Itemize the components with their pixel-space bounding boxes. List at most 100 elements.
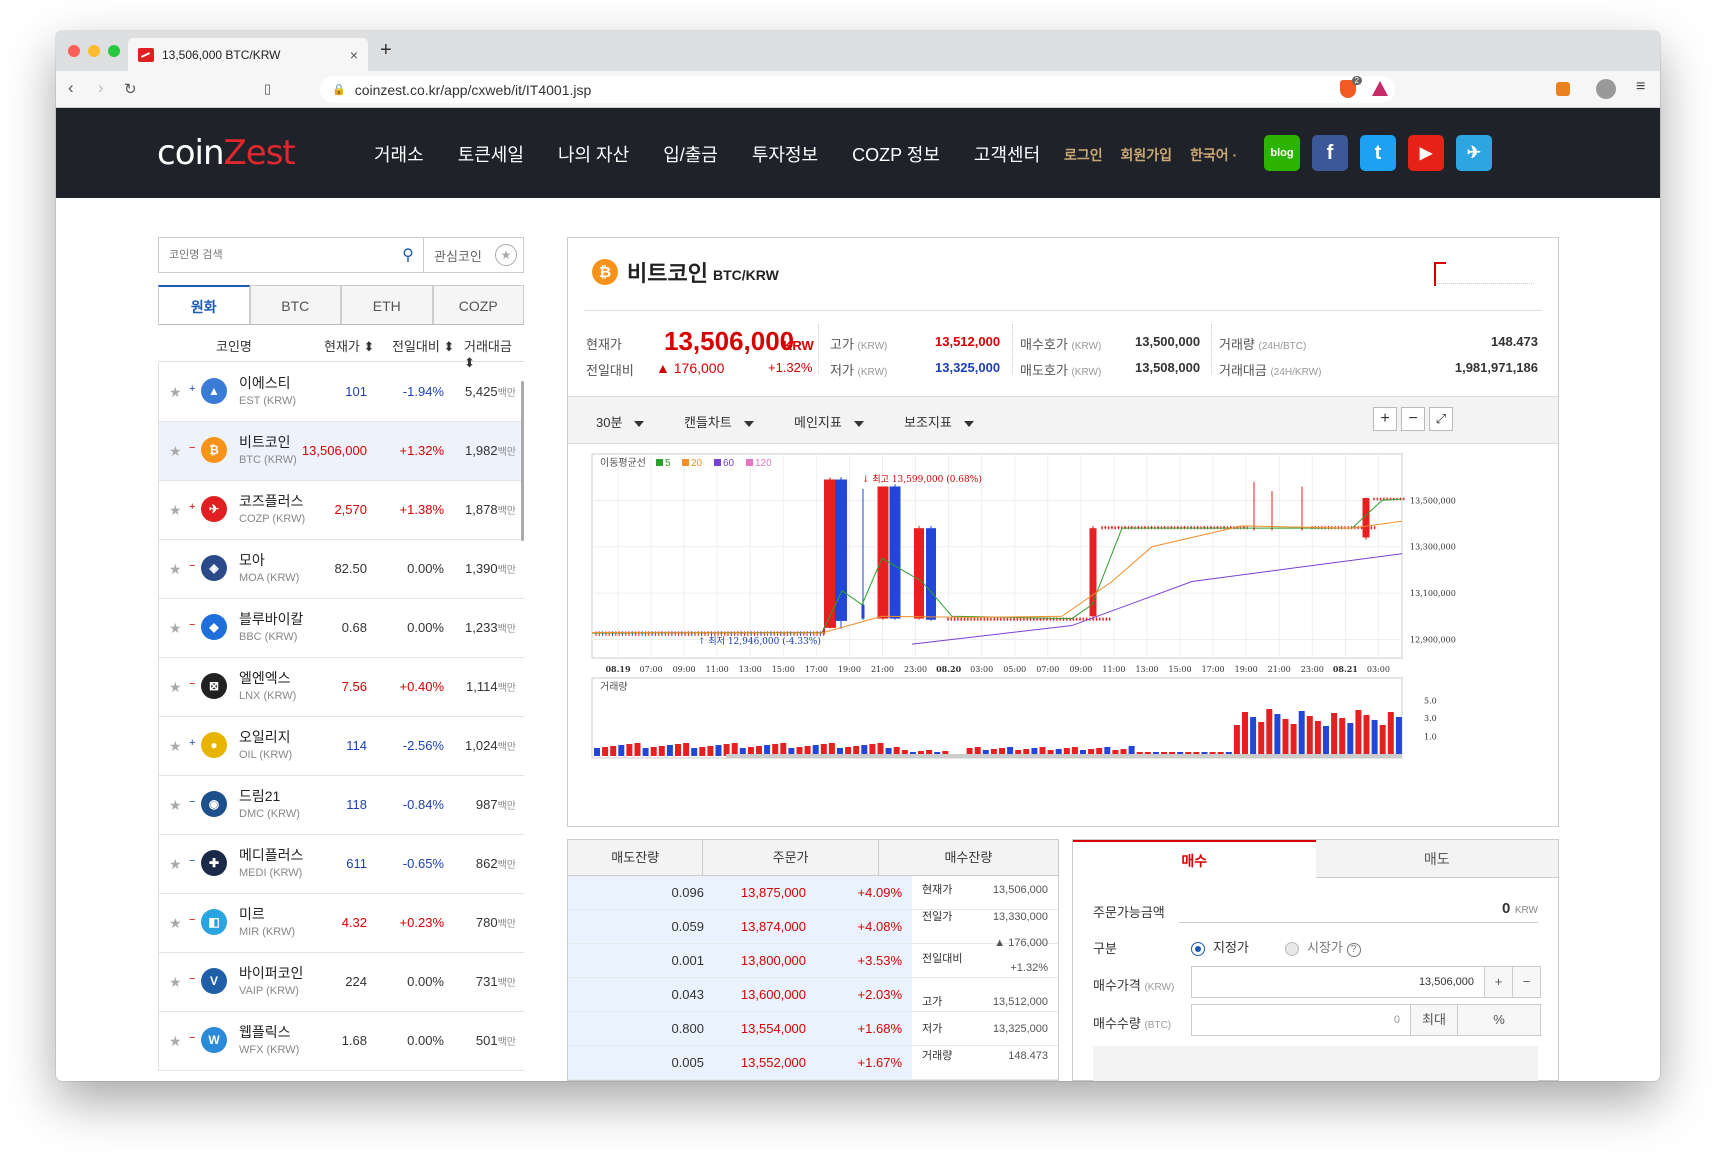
coin-row[interactable]: ★ − W 웹플릭스 WFX (KRW) 1.68 0.00% 501백만 <box>159 1012 524 1071</box>
price-chart[interactable]: 08.19 07:00 09:00 11:00 13:00 15:00 17:00 19:00… <box>590 452 1470 764</box>
favorite-star-icon[interactable]: ★ <box>169 620 182 637</box>
nav-customer-center[interactable]: 고객센터 <box>974 141 1040 167</box>
coin-row[interactable]: ★ − ◉ 드림21 DMC (KRW) 118 -0.84% 987백만 <box>159 776 524 835</box>
coin-row[interactable]: ★ − V 바이퍼코인 VAIP (KRW) 224 0.00% 731백만 <box>159 953 524 1012</box>
col-coin-name[interactable]: 코인명 <box>216 336 252 355</box>
bid-value: 13,500,000 <box>1135 334 1201 349</box>
tab-btc[interactable]: BTC <box>249 285 341 324</box>
profile-avatar-icon[interactable] <box>1596 79 1616 99</box>
login-link[interactable]: 로그인 <box>1064 147 1103 163</box>
close-tab-icon[interactable]: × <box>350 47 358 63</box>
nav-exchange[interactable]: 거래소 <box>374 141 424 167</box>
favorite-star-icon[interactable]: ★ <box>169 738 182 755</box>
brave-shield-icon[interactable]: 2 <box>1340 76 1362 98</box>
favorite-star-icon[interactable]: ★ <box>169 443 182 460</box>
youtube-icon[interactable]: ▶ <box>1408 135 1444 171</box>
low-label: 저가 (KRW) <box>830 360 887 379</box>
percent-button[interactable]: % <box>1457 1004 1541 1036</box>
coin-row[interactable]: ★ − ✚ 메디플러스 MEDI (KRW) 611 -0.65% 862백만 <box>159 835 524 894</box>
candle-body <box>989 618 992 620</box>
telegram-icon[interactable]: ✈ <box>1456 135 1492 171</box>
favorite-star-icon[interactable]: ★ <box>169 856 182 873</box>
price-label: 매수가격 (KRW) <box>1093 975 1174 994</box>
current-price: 13,506,000 <box>664 326 795 356</box>
x-tick-label: 13:00 <box>1135 665 1158 674</box>
favorite-star-icon[interactable]: ★ <box>169 561 182 578</box>
browser-tab[interactable]: 13,506,000 BTC/KRW × <box>128 38 368 71</box>
nav-deposit-withdraw[interactable]: 입/출금 <box>663 141 718 167</box>
signup-link[interactable]: 회원가입 <box>1121 147 1173 163</box>
market-radio[interactable]: 시장가 ? <box>1285 937 1361 957</box>
facebook-icon[interactable]: f <box>1312 135 1348 171</box>
favorite-star-icon[interactable]: ★ <box>169 679 182 696</box>
coin-volume-value: 1,114 <box>466 679 498 694</box>
coin-row[interactable]: ★ − ◆ 블루바이칼 BBC (KRW) 0.68 0.00% 1,233백만 <box>159 599 524 658</box>
browser-menu-icon[interactable]: ≡ <box>1636 78 1645 96</box>
limit-radio[interactable]: 지정가 <box>1191 937 1249 956</box>
help-icon[interactable]: ? <box>1346 943 1361 957</box>
tab-krw[interactable]: 원화 <box>158 285 250 324</box>
zoom-in-button[interactable]: + <box>1373 407 1397 431</box>
coin-list-scrollbar[interactable] <box>521 381 524 541</box>
favorite-coins-toggle[interactable]: 관심코인 ★ <box>423 238 523 272</box>
period-dropdown[interactable]: 30분 <box>596 412 644 431</box>
coin-row[interactable]: ★ − ₿ 비트코인 BTC (KRW) 13,506,000 +1.32% 1… <box>159 422 524 481</box>
close-window-button[interactable] <box>68 45 80 57</box>
coin-row[interactable]: ★ − ⊠ 엘엔엑스 LNX (KRW) 7.56 +0.40% 1,114백만 <box>159 658 524 717</box>
favorite-star-icon[interactable]: ★ <box>169 797 182 814</box>
language-select[interactable]: 한국어 · <box>1190 147 1237 163</box>
coin-volume: 1,982백만 <box>465 443 516 458</box>
search-icon[interactable]: ⚲ <box>393 245 423 265</box>
tab-cozp[interactable]: COZP <box>432 285 524 324</box>
max-button[interactable]: 최대 <box>1410 1004 1458 1036</box>
fullscreen-button[interactable]: ⤢ <box>1429 407 1453 431</box>
maximize-window-button[interactable] <box>108 45 120 57</box>
max-annotation: ↓ 최고 13,599,000 (0.68%) <box>862 474 982 485</box>
price-minus-button[interactable]: − <box>1512 966 1541 998</box>
chart-type-dropdown[interactable]: 캔들차트 <box>684 412 754 431</box>
tab-buy[interactable]: 매수 <box>1073 840 1316 878</box>
price-plus-button[interactable]: + <box>1484 966 1513 998</box>
minimize-window-button[interactable] <box>88 45 100 57</box>
aux-indicator-dropdown[interactable]: 보조지표 <box>904 412 974 431</box>
forward-icon[interactable]: › <box>98 78 104 98</box>
favorite-star-icon[interactable]: ★ <box>169 974 182 991</box>
candle-body <box>1039 618 1042 620</box>
bookmark-icon[interactable]: ▯ <box>264 81 271 97</box>
nav-my-assets[interactable]: 나의 자산 <box>558 141 629 167</box>
col-price[interactable]: 현재가 ⬍ <box>324 336 374 355</box>
volume-bar <box>691 748 698 756</box>
sell-qty: 0.005 <box>568 1046 718 1079</box>
main-indicator-dropdown[interactable]: 메인지표 <box>794 412 864 431</box>
sell-qty: 0.001 <box>568 944 718 977</box>
coinzest-logo[interactable]: coinZest <box>157 133 296 173</box>
favorite-star-icon[interactable]: ★ <box>169 384 182 401</box>
tab-eth[interactable]: ETH <box>341 285 433 324</box>
brave-rewards-icon[interactable] <box>1372 81 1388 96</box>
favorite-star-icon[interactable]: ★ <box>169 502 182 519</box>
coin-row[interactable]: ★ + ● 오일리지 OIL (KRW) 114 -2.56% 1,024백만 <box>159 717 524 776</box>
tab-sell[interactable]: 매도 <box>1315 840 1558 878</box>
url-field[interactable]: 🔒 coinzest.co.kr/app/cxweb/it/IT4001.jsp <box>320 76 1395 103</box>
twitter-icon[interactable]: t <box>1360 135 1396 171</box>
col-change[interactable]: 전일대비 ⬍ <box>392 336 454 355</box>
nav-token-sale[interactable]: 토큰세일 <box>458 141 524 167</box>
favorite-star-icon[interactable]: ★ <box>169 915 182 932</box>
coin-search-input[interactable] <box>159 238 393 272</box>
back-icon[interactable]: ‹ <box>68 78 74 98</box>
zoom-out-button[interactable]: − <box>1401 407 1425 431</box>
nav-cozp-info[interactable]: COZP 정보 <box>852 141 940 167</box>
new-tab-icon[interactable]: + <box>380 39 392 62</box>
favorite-star-icon[interactable]: ★ <box>169 1033 182 1050</box>
coin-row[interactable]: ★ − ◈ 모아 MOA (KRW) 82.50 0.00% 1,390백만 <box>159 540 524 599</box>
qty-input[interactable]: 0 <box>1191 1004 1411 1036</box>
reload-icon[interactable]: ↻ <box>124 80 137 98</box>
coin-row[interactable]: ★ + ✈ 코즈플러스 COZP (KRW) 2,570 +1.38% 1,87… <box>159 481 524 540</box>
price-input[interactable]: 13,506,000 <box>1191 966 1485 998</box>
coin-row[interactable]: ★ − ◧ 미르 MIR (KRW) 4.32 +0.23% 780백만 <box>159 894 524 953</box>
nav-investment-info[interactable]: 투자정보 <box>752 141 818 167</box>
blog-icon[interactable]: blog <box>1264 135 1300 171</box>
extension-icon[interactable] <box>1556 82 1570 96</box>
coin-row[interactable]: ★ + ▲ 이에스티 EST (KRW) 101 -1.94% 5,425백만 <box>159 363 524 422</box>
volume-bar <box>1331 713 1338 756</box>
